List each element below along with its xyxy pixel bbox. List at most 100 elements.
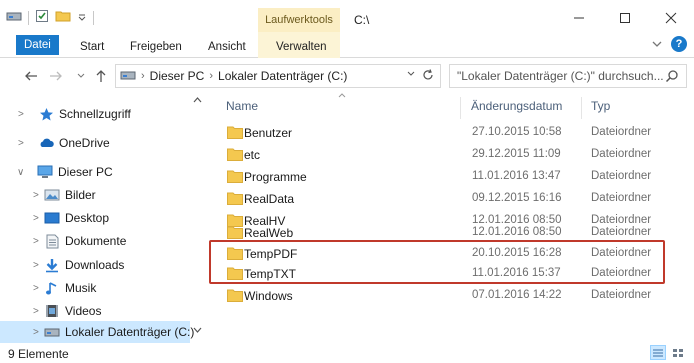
up-button[interactable] xyxy=(92,67,110,85)
video-icon xyxy=(44,303,60,319)
expand-arrow[interactable]: > xyxy=(33,190,39,201)
expand-arrow[interactable]: > xyxy=(33,283,39,294)
tab-datei[interactable]: Datei xyxy=(16,35,59,55)
nav-item-dokumente[interactable]: > Dokumente xyxy=(0,230,205,252)
nav-label: Musik xyxy=(65,281,97,295)
nav-item-local-drive[interactable]: > Lokaler Datenträger (C:) xyxy=(0,321,194,343)
tab-start[interactable]: Start xyxy=(80,37,104,57)
search-icon[interactable] xyxy=(665,69,679,86)
tab-verwalten[interactable]: Verwalten xyxy=(276,37,327,57)
nav-item-videos[interactable]: > Videos xyxy=(0,300,205,322)
file-list-header: Name Änderungsdatum Typ xyxy=(213,93,694,121)
help-icon[interactable]: ? xyxy=(671,36,687,52)
nav-label: Bilder xyxy=(65,188,96,202)
nav-item-bilder[interactable]: > Bilder xyxy=(0,184,205,206)
nav-item-desktop[interactable]: > Desktop xyxy=(0,207,205,229)
properties-icon[interactable] xyxy=(35,9,49,26)
refresh-icon[interactable] xyxy=(421,68,435,85)
sort-ascending-icon xyxy=(338,91,346,100)
nav-item-quick-access[interactable]: > Schnellzugriff xyxy=(0,103,205,125)
customize-toolbar-icon[interactable] xyxy=(77,11,87,25)
address-bar[interactable]: › Dieser PC › Lokaler Datenträger (C:) xyxy=(115,64,441,88)
context-tab-drive-tools: Laufwerktools xyxy=(258,8,340,32)
nav-label: Lokaler Datenträger (C:) xyxy=(65,325,195,339)
drive-icon[interactable] xyxy=(6,9,22,26)
download-icon xyxy=(44,257,60,273)
expand-arrow[interactable]: > xyxy=(18,138,24,149)
music-icon xyxy=(44,280,60,296)
search-input[interactable]: "Lokaler Datenträger (C:)" durchsuch... xyxy=(449,64,687,88)
column-header-date[interactable]: Änderungsdatum xyxy=(471,99,562,113)
file-name: Windows xyxy=(244,289,293,303)
navigation-pane: > Schnellzugriff > OneDrive ∨ Dieser PC … xyxy=(0,93,205,343)
pictures-icon xyxy=(44,187,60,203)
file-date: 07.01.2016 14:22 xyxy=(472,289,562,301)
expand-ribbon-icon[interactable] xyxy=(651,38,663,53)
file-date: 11.01.2016 13:47 xyxy=(472,170,561,182)
toolbar-separator xyxy=(28,10,29,25)
minimize-button[interactable] xyxy=(556,6,602,30)
scroll-down-icon[interactable] xyxy=(193,326,202,336)
folder-icon xyxy=(227,126,243,139)
nav-item-this-pc[interactable]: ∨ Dieser PC xyxy=(0,161,205,183)
back-button[interactable] xyxy=(22,67,40,85)
expand-arrow[interactable]: > xyxy=(33,306,39,317)
file-type: Dateiordner xyxy=(591,126,652,138)
column-header-name[interactable]: Name xyxy=(226,99,258,113)
column-header-type[interactable]: Typ xyxy=(591,99,610,113)
nav-label: Downloads xyxy=(65,258,125,272)
address-dropdown-icon[interactable] xyxy=(406,69,416,82)
column-divider[interactable] xyxy=(581,97,582,119)
breadcrumb-arrow[interactable]: › xyxy=(209,70,213,82)
folder-icon xyxy=(227,148,243,161)
folder-icon xyxy=(227,192,243,205)
file-type: Dateiordner xyxy=(591,226,652,238)
documents-icon xyxy=(44,233,60,249)
large-icons-view-button[interactable] xyxy=(670,345,686,360)
recent-locations-button[interactable] xyxy=(72,67,90,85)
status-bar: 9 Elemente xyxy=(0,342,694,363)
nav-item-onedrive[interactable]: > OneDrive xyxy=(0,132,205,154)
tab-ansicht[interactable]: Ansicht xyxy=(208,37,246,57)
expand-arrow[interactable]: > xyxy=(33,327,39,338)
collapse-arrow[interactable]: ∨ xyxy=(17,167,24,178)
expand-arrow[interactable]: > xyxy=(33,213,39,224)
nav-label: Desktop xyxy=(65,211,110,225)
file-date: 09.12.2015 16:16 xyxy=(472,192,562,204)
drive-icon xyxy=(120,69,136,84)
column-divider[interactable] xyxy=(460,97,461,119)
highlight-box xyxy=(209,240,665,284)
ribbon-tabs: Datei Start Freigeben Ansicht Verwalten … xyxy=(0,32,694,58)
details-view-button[interactable] xyxy=(650,345,666,360)
table-row[interactable]: Windows 07.01.2016 14:22 Dateiordner xyxy=(213,285,665,307)
nav-label: Videos xyxy=(65,304,102,318)
expand-arrow[interactable]: > xyxy=(33,260,39,271)
star-icon xyxy=(38,106,54,122)
title-bar: Laufwerktools C:\ xyxy=(0,0,694,32)
scroll-up-icon[interactable] xyxy=(193,95,202,105)
file-name: etc xyxy=(244,148,261,162)
table-row[interactable]: Benutzer 27.10.2015 10:58 Dateiordner xyxy=(213,122,665,144)
breadcrumb-local-drive[interactable]: Lokaler Datenträger (C:) xyxy=(218,69,347,83)
expand-arrow[interactable]: > xyxy=(18,109,24,120)
forward-button[interactable] xyxy=(47,67,65,85)
table-row[interactable]: Programme 11.01.2016 13:47 Dateiordner xyxy=(213,166,665,188)
tab-freigeben[interactable]: Freigeben xyxy=(130,37,182,57)
computer-icon xyxy=(37,164,53,180)
maximize-button[interactable] xyxy=(602,6,648,30)
search-placeholder: "Lokaler Datenträger (C:)" durchsuch... xyxy=(457,69,664,83)
window-title: C:\ xyxy=(354,13,370,27)
breadcrumb-dieser-pc[interactable]: Dieser PC xyxy=(150,69,205,83)
new-folder-icon[interactable] xyxy=(55,9,71,26)
nav-item-downloads[interactable]: > Downloads xyxy=(0,254,205,276)
navigation-scrollbar[interactable] xyxy=(190,93,205,342)
table-row[interactable]: etc 29.12.2015 11:09 Dateiordner xyxy=(213,144,665,166)
close-button[interactable] xyxy=(648,6,694,30)
nav-item-musik[interactable]: > Musik xyxy=(0,277,205,299)
expand-arrow[interactable]: > xyxy=(33,236,39,247)
file-date: 12.01.2016 08:50 xyxy=(472,226,562,238)
file-name: Programme xyxy=(244,170,307,184)
toolbar-separator xyxy=(93,10,94,25)
breadcrumb-arrow[interactable]: › xyxy=(141,70,145,82)
table-row[interactable]: RealData 09.12.2015 16:16 Dateiordner xyxy=(213,188,665,210)
